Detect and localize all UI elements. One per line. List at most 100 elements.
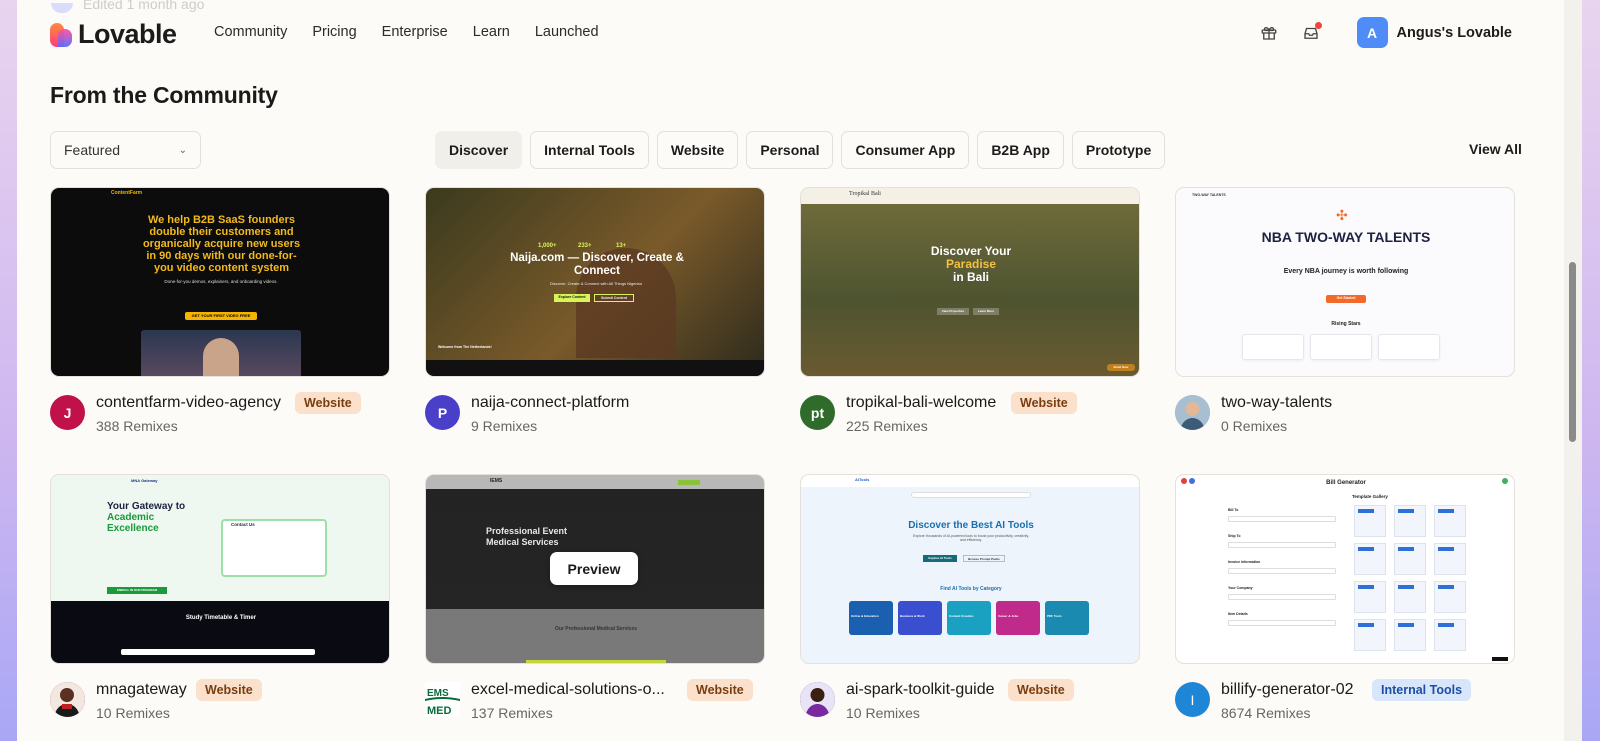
nav-item-pricing[interactable]: Pricing: [312, 24, 356, 40]
gift-icon[interactable]: [1257, 21, 1281, 45]
thumb-template-accent: [1398, 585, 1414, 589]
thumb-timer-bar: [121, 649, 315, 655]
project-card[interactable]: TWO-WAY TALENTS ✣ NBA TWO-WAY TALENTS Every…: [1175, 187, 1515, 443]
page: From the Community Featured ⌄ Discover In…: [17, 0, 1582, 741]
thumb-cta2: Learn More: [973, 308, 999, 315]
thumb-cta: ENROLL IN OUR PROGRAM: [107, 587, 167, 594]
author-avatar[interactable]: [50, 682, 85, 717]
category-badge: Website: [1011, 392, 1077, 414]
project-name[interactable]: excel-medical-solutions-o...: [471, 681, 665, 699]
category-badge: Website: [295, 392, 361, 414]
thumb-brand: Tropikal Bali: [849, 191, 881, 197]
project-card[interactable]: Tropikal Bali Discover Your Paradise in Bal…: [800, 187, 1140, 443]
thumb-template-accent: [1358, 547, 1374, 551]
author-avatar[interactable]: pt: [800, 395, 835, 430]
thumb-section: Our Professional Medical Services: [555, 626, 637, 632]
author-avatar[interactable]: P: [425, 395, 460, 430]
project-card[interactable]: AITools Discover the Best AI Tools Explore…: [800, 474, 1140, 730]
filter-chip-discover[interactable]: Discover: [435, 131, 523, 169]
project-thumbnail[interactable]: 1,000+ 233+ 13+ Naija.com — Discover, Creat…: [425, 187, 765, 377]
filter-chip-consumer-app[interactable]: Consumer App: [841, 131, 970, 169]
thumb-blue-dot: [1189, 478, 1195, 484]
thumb-cta1: View Properties: [937, 308, 969, 315]
project-card[interactable]: 1,000+ 233+ 13+ Naija.com — Discover, Creat…: [425, 187, 765, 443]
project-meta: EMS MED excel-medical-solutions-o... 137 Re…: [425, 679, 765, 730]
filter-chip-b2b-app[interactable]: B2B App: [977, 131, 1064, 169]
lovable-heart-icon: [50, 22, 72, 47]
project-name[interactable]: naija-connect-platform: [471, 394, 629, 412]
remix-count: 9 Remixes: [471, 418, 538, 434]
project-name[interactable]: contentfarm-video-agency: [96, 394, 281, 412]
author-avatar[interactable]: [1175, 395, 1210, 430]
project-name[interactable]: ai-spark-toolkit-guide: [846, 681, 995, 699]
project-card[interactable]: Bill Generator Template Gallery Bill To Shi…: [1175, 474, 1515, 730]
filter-chip-personal[interactable]: Personal: [746, 131, 834, 169]
thumb-category-label: Content Creation: [949, 614, 974, 618]
thumb-template-accent: [1438, 623, 1454, 627]
lovable-logo[interactable]: Lovable: [50, 19, 177, 50]
thumb-template-accent: [1398, 547, 1414, 551]
thumb-brand: ContentFarm: [111, 190, 143, 196]
section-title: From the Community: [50, 82, 278, 108]
thumb-cta1: Explore Content: [554, 294, 590, 302]
thumb-section: Study Timetable & Timer: [185, 615, 257, 621]
thumb-category-label: Business & Work: [900, 614, 925, 618]
project-name[interactable]: mnagateway: [96, 681, 187, 699]
thumb-cta1: Explore AI Tools: [923, 555, 957, 562]
thumb-line1: Your Gateway to: [107, 501, 186, 512]
filter-chip-website[interactable]: Website: [656, 131, 739, 169]
notification-dot: [1314, 21, 1322, 29]
author-avatar[interactable]: I: [1175, 682, 1210, 717]
project-thumbnail[interactable]: Bill Generator Template Gallery Bill To Shi…: [1175, 474, 1515, 664]
page-scrollbar[interactable]: [1564, 0, 1582, 741]
nav-item-community[interactable]: Community: [214, 24, 287, 40]
project-card[interactable]: ContentFarm We help B2B SaaS founders dou…: [50, 187, 390, 443]
thumb-cta: Get Started: [1326, 295, 1366, 303]
project-name[interactable]: tropikal-bali-welcome: [846, 394, 996, 412]
thumb-field-box: [1228, 542, 1336, 548]
filter-chip-internal-tools[interactable]: Internal Tools: [530, 131, 649, 169]
thumb-player-card: [1242, 334, 1304, 360]
thumb-cta2: Browse Prompt Packs: [963, 555, 1005, 562]
project-thumbnail[interactable]: Tropikal Bali Discover Your Paradise in Bal…: [800, 187, 1140, 377]
remix-count: 137 Remixes: [471, 705, 553, 721]
remix-count: 0 Remixes: [1221, 418, 1288, 434]
project-name[interactable]: two-way-talents: [1221, 394, 1332, 412]
scrolled-edit-info: Edited 1 month ago: [51, 0, 204, 16]
thumb-field-label: Item Details: [1228, 612, 1248, 616]
thumb-line1: Professional Event: [486, 526, 568, 536]
project-card[interactable]: MNA Gateway Your Gateway to Academic Excel…: [50, 474, 390, 730]
project-card[interactable]: IEMS Professional Event Medical Services Ou…: [425, 474, 765, 730]
thumb-green-dot: [1502, 478, 1508, 484]
thumb-field-box: [1228, 568, 1336, 574]
thumb-player-card: [1378, 334, 1440, 360]
sort-select[interactable]: Featured ⌄: [50, 131, 201, 169]
filter-chip-prototype[interactable]: Prototype: [1071, 131, 1166, 169]
nav-item-enterprise[interactable]: Enterprise: [382, 24, 448, 40]
thumb-brand: TWO-WAY TALENTS: [1192, 193, 1226, 197]
view-all-link[interactable]: View All: [1469, 141, 1522, 157]
thumb-person: [203, 338, 239, 376]
nav-item-learn[interactable]: Learn: [473, 24, 510, 40]
thumb-line2: Medical Services: [486, 537, 559, 547]
account-menu[interactable]: A Angus's Lovable: [1356, 17, 1512, 48]
thumb-gallery: Template Gallery: [1352, 494, 1388, 499]
project-thumbnail[interactable]: TWO-WAY TALENTS ✣ NBA TWO-WAY TALENTS Every…: [1175, 187, 1515, 377]
preview-button[interactable]: Preview: [550, 552, 638, 585]
project-name[interactable]: billify-generator-02: [1221, 681, 1354, 699]
remix-count: 225 Remixes: [846, 418, 928, 434]
project-thumbnail[interactable]: ContentFarm We help B2B SaaS founders dou…: [50, 187, 390, 377]
thumb-cta-tag: [678, 480, 700, 485]
project-thumbnail[interactable]: IEMS Professional Event Medical Services Ou…: [425, 474, 765, 664]
thumb-red-dot: [1181, 478, 1187, 484]
inbox-icon[interactable]: [1299, 21, 1323, 45]
thumb-headline: NBA TWO-WAY TALENTS: [1261, 229, 1431, 245]
category-badge: Website: [687, 679, 753, 701]
author-avatar[interactable]: J: [50, 395, 85, 430]
author-avatar[interactable]: EMS MED: [425, 682, 460, 717]
author-avatar[interactable]: [800, 682, 835, 717]
project-thumbnail[interactable]: AITools Discover the Best AI Tools Explore…: [800, 474, 1140, 664]
project-thumbnail[interactable]: MNA Gateway Your Gateway to Academic Excel…: [50, 474, 390, 664]
nav-item-launched[interactable]: Launched: [535, 24, 599, 40]
scrollbar-thumb[interactable]: [1569, 262, 1576, 442]
